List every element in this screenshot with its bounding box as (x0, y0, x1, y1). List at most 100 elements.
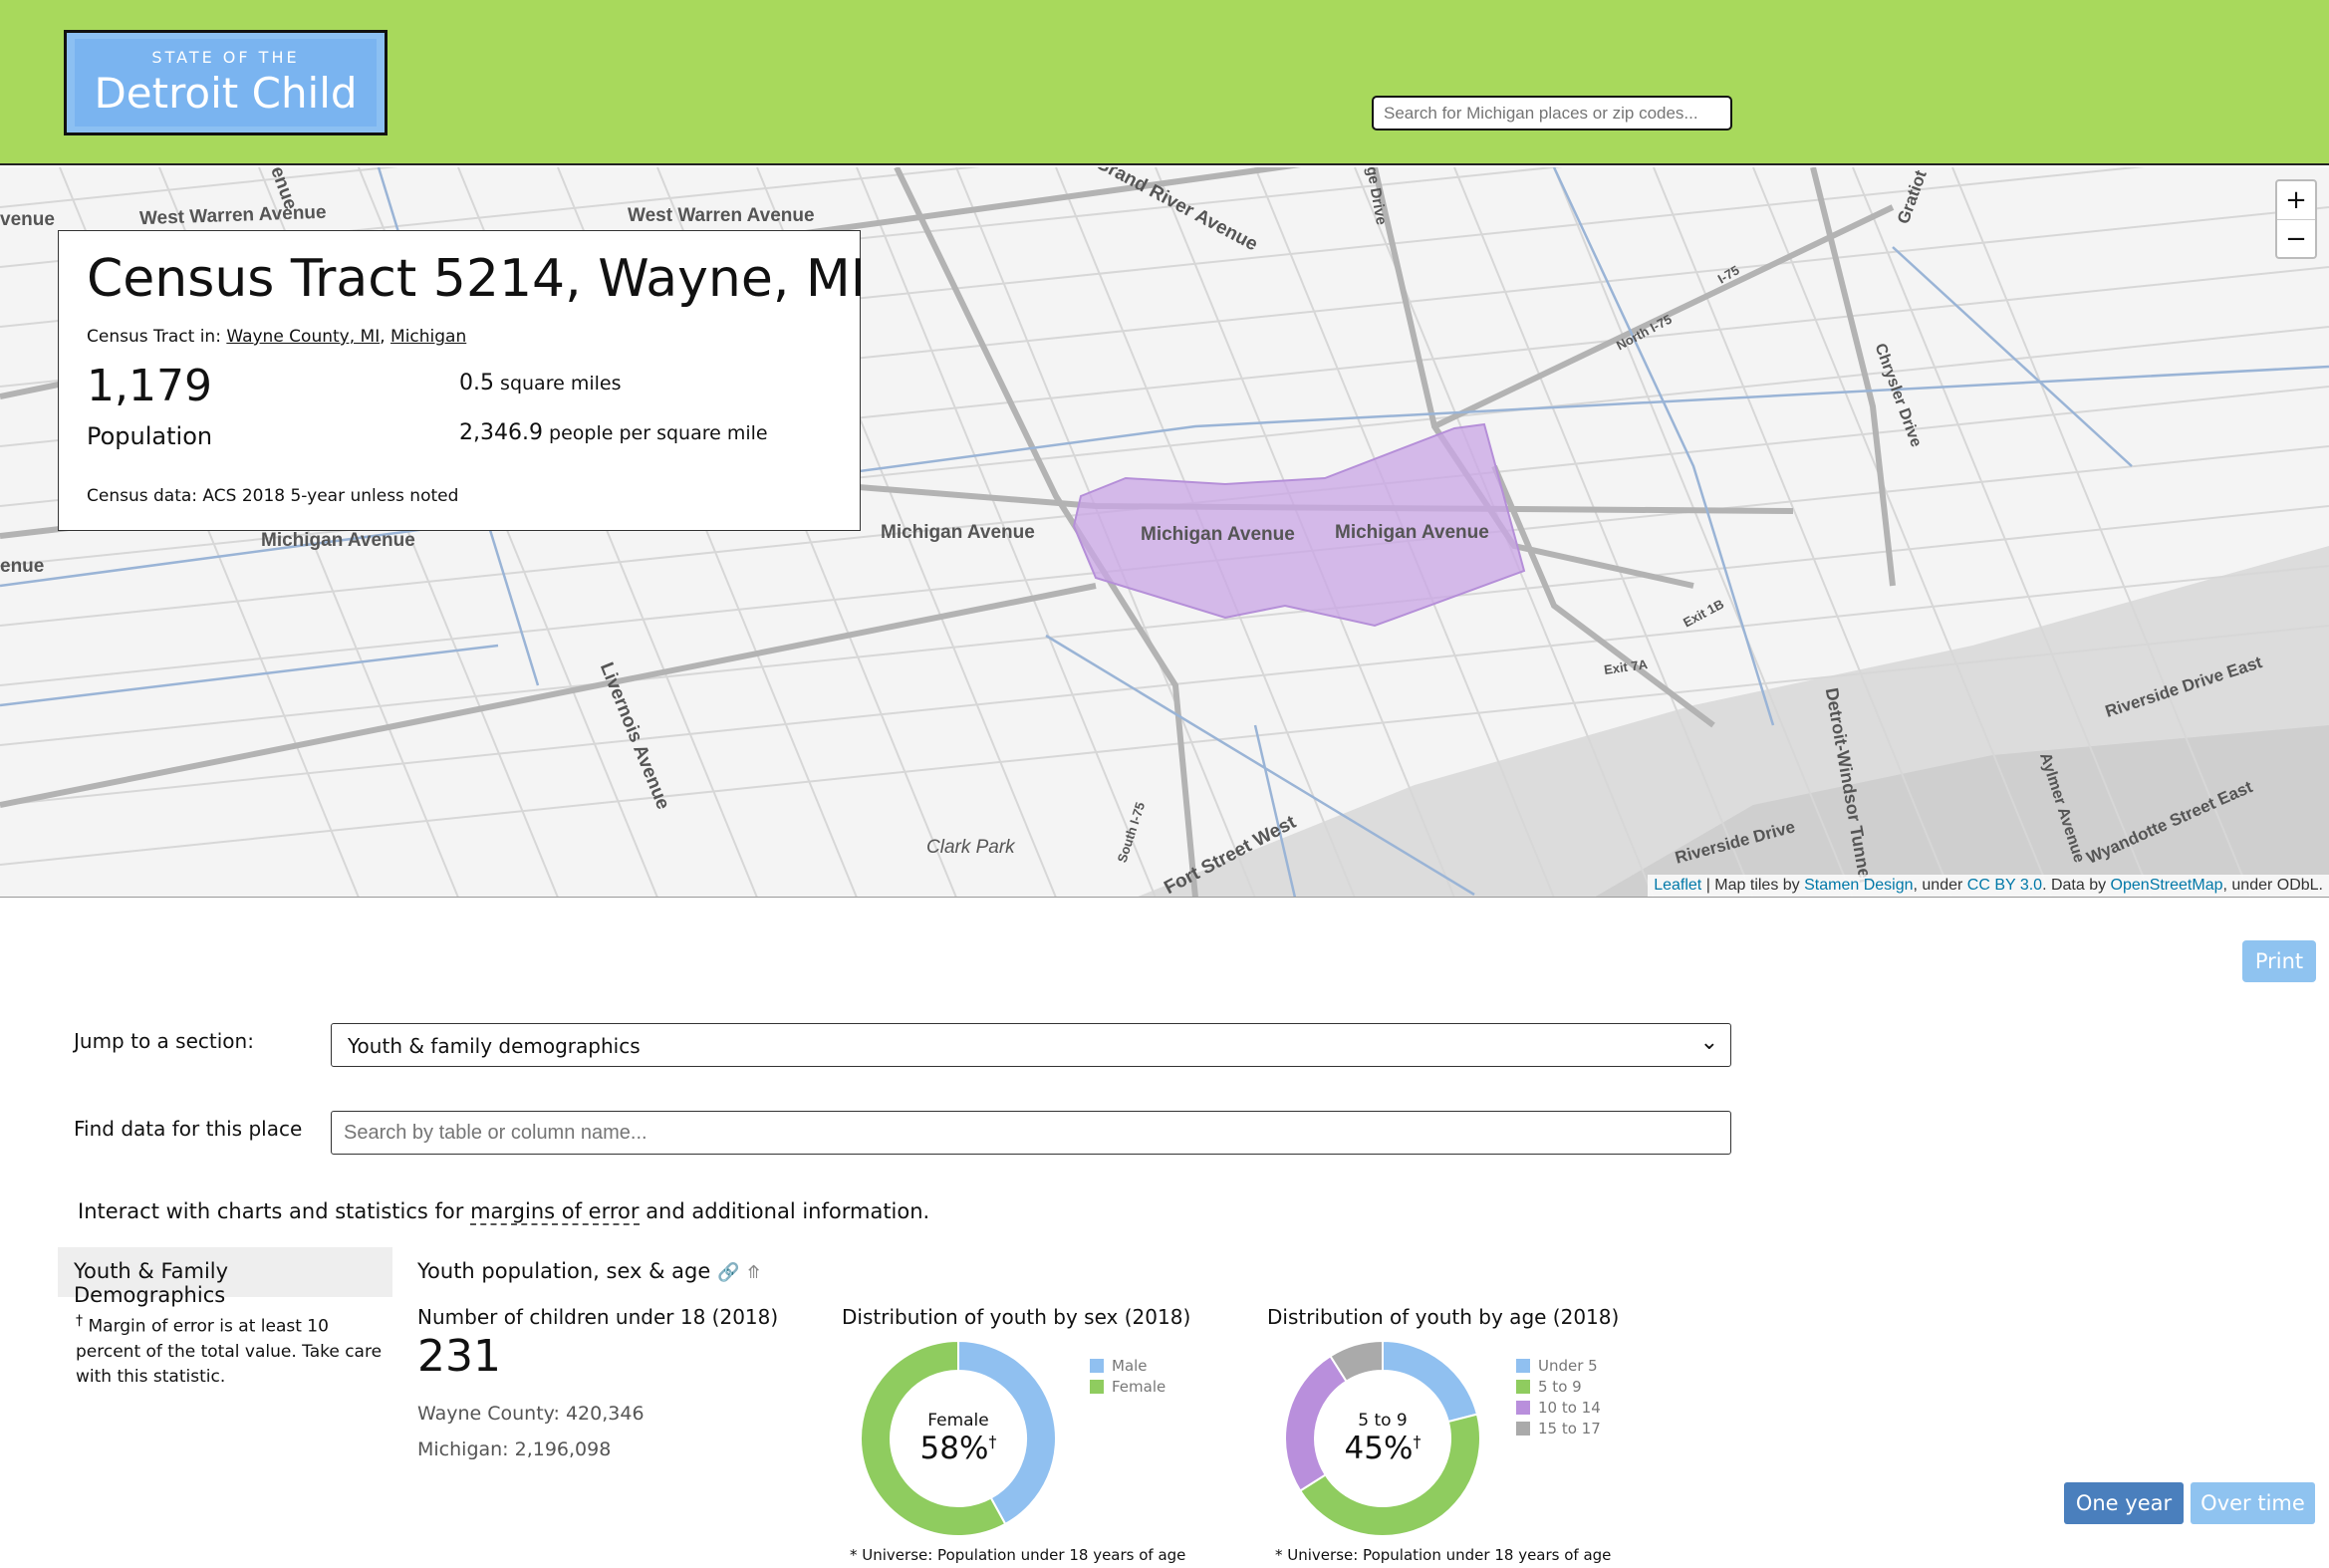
area-label: square miles (500, 373, 622, 394)
sex-chart-title: Distribution of youth by sex (2018) (842, 1305, 1191, 1329)
age-legend-item: Under 5 (1516, 1355, 1601, 1376)
link-icon[interactable]: 🔗 (717, 1262, 739, 1283)
parents-prefix: Census Tract in: (87, 327, 227, 347)
age-chart-title: Distribution of youth by age (2018) (1267, 1305, 1620, 1329)
one-year-button[interactable]: One year (2064, 1482, 2184, 1524)
map-label-venue-1: venue (0, 209, 55, 230)
over-time-button[interactable]: Over time (2191, 1482, 2315, 1524)
interact-hint: Interact with charts and statistics for … (78, 1199, 930, 1225)
age-legend: Under 5 5 to 9 10 to 14 15 to 17 (1516, 1355, 1601, 1438)
table-search-input[interactable] (331, 1111, 1731, 1155)
map-label-michigan-3: Michigan Avenue (1141, 524, 1295, 545)
age-legend-item: 5 to 9 (1516, 1376, 1601, 1397)
attribution-text-3: . Data by (2042, 877, 2111, 894)
children-value: 231 (417, 1331, 501, 1382)
logo-big-text: Detroit Child (94, 69, 358, 118)
zoom-out-button[interactable]: − (2277, 219, 2315, 257)
map-label-clark-park: Clark Park (926, 837, 1015, 858)
zoom-control: + − (2275, 179, 2317, 259)
age-legend-item: 10 to 14 (1516, 1397, 1601, 1418)
children-state: Michigan: 2,196,098 (417, 1438, 612, 1460)
area-value: 0.5 (459, 371, 494, 395)
interact-prefix: Interact with charts and statistics for (78, 1199, 471, 1223)
site-header: STATE OF THE Detroit Child (0, 0, 2329, 165)
site-logo[interactable]: STATE OF THE Detroit Child (64, 30, 388, 135)
subsection-title: Youth population, sex & age 🔗 ⤊ (417, 1259, 761, 1283)
age-legend-label: 10 to 14 (1538, 1398, 1601, 1417)
map-label-michigan-2: Michigan Avenue (881, 522, 1035, 543)
map-label-michigan-1: Michigan Avenue (261, 530, 415, 551)
sex-legend-label: Male (1112, 1356, 1148, 1375)
age-legend-swatch (1516, 1379, 1530, 1394)
moe-link[interactable]: margins of error (470, 1199, 640, 1225)
attribution-text-1: | Map tiles by (1701, 877, 1805, 894)
area-stat: 0.5 square miles (459, 371, 621, 395)
arrow-up-circle-icon[interactable]: ⤊ (746, 1262, 761, 1283)
parent-county-link[interactable]: Wayne County, MI (226, 327, 380, 347)
interact-suffix: and additional information. (639, 1199, 930, 1223)
place-title: Census Tract 5214, Wayne, MI (87, 249, 867, 309)
age-center-value-wrap: 45%† (1313, 1431, 1452, 1466)
age-legend-item: 15 to 17 (1516, 1418, 1601, 1438)
print-button[interactable]: Print (2242, 940, 2316, 982)
map-label-venue-2: enue (0, 556, 45, 577)
children-county: Wayne County: 420,346 (417, 1403, 645, 1425)
sex-legend: Male Female (1090, 1355, 1165, 1397)
age-legend-label: Under 5 (1538, 1356, 1598, 1375)
parent-separator: , (380, 327, 391, 347)
moe-note-text: Margin of error is at least 10 percent o… (76, 1316, 383, 1387)
age-legend-swatch (1516, 1358, 1530, 1373)
logo-inner: STATE OF THE Detroit Child (75, 39, 377, 127)
map-label-w-warren-2: West Warren Avenue (628, 205, 815, 226)
dagger-mark: † (76, 1313, 84, 1329)
place-search-input[interactable] (1372, 96, 1732, 131)
stamen-link[interactable]: Stamen Design (1804, 877, 1913, 894)
section-select[interactable]: Youth & family demographics ⌄ (331, 1023, 1731, 1067)
place-info-card: Census Tract 5214, Wayne, MI Census Trac… (58, 230, 866, 531)
age-center-label: 5 to 9 (1358, 1411, 1408, 1431)
sex-donut-center: Female 58%† (889, 1411, 1028, 1466)
age-dagger: † (1413, 1432, 1422, 1451)
sex-center-value: 58% (919, 1431, 989, 1466)
jump-label: Jump to a section: (74, 1029, 254, 1053)
find-label: Find data for this place (74, 1117, 303, 1141)
sex-legend-swatch (1090, 1379, 1104, 1394)
parent-state-link[interactable]: Michigan (390, 327, 466, 347)
sex-legend-item: Female (1090, 1376, 1165, 1397)
population-value: 1,179 (87, 361, 212, 411)
age-universe: * Universe: Population under 18 years of… (1275, 1546, 1612, 1564)
census-note: Census data: ACS 2018 5-year unless note… (87, 486, 459, 506)
sex-legend-swatch (1090, 1358, 1104, 1373)
logo-small-text: STATE OF THE (151, 48, 300, 67)
osm-link[interactable]: OpenStreetMap (2111, 877, 2223, 894)
sex-center-label: Female (927, 1411, 989, 1431)
age-legend-swatch (1516, 1400, 1530, 1415)
density-value: 2,346.9 (459, 420, 543, 445)
children-title: Number of children under 18 (2018) (417, 1305, 779, 1329)
cc-link[interactable]: CC BY 3.0 (1967, 877, 2042, 894)
sex-universe: * Universe: Population under 18 years of… (850, 1546, 1186, 1564)
age-donut-center: 5 to 9 45%† (1313, 1411, 1452, 1466)
sex-legend-item: Male (1090, 1355, 1165, 1376)
zoom-in-button[interactable]: + (2277, 181, 2315, 219)
age-legend-label: 15 to 17 (1538, 1419, 1601, 1437)
age-center-value: 45% (1344, 1431, 1414, 1466)
section-select-value: Youth & family demographics (348, 1034, 641, 1058)
population-label: Population (87, 422, 213, 450)
subsection-title-text: Youth population, sex & age (417, 1259, 711, 1283)
map-label-michigan-4: Michigan Avenue (1335, 522, 1489, 543)
moe-note: † Margin of error is at least 10 percent… (76, 1309, 394, 1390)
attribution-text-2: , under (1913, 877, 1967, 894)
density-stat: 2,346.9 people per square mile (459, 420, 768, 445)
density-label: people per square mile (549, 422, 768, 444)
sex-dagger: † (988, 1432, 997, 1451)
section-tab-youth-family[interactable]: Youth & Family Demographics (58, 1247, 392, 1307)
attribution-text-4: , under ODbL. (2222, 877, 2324, 894)
age-slice-under-5[interactable] (1382, 1339, 1479, 1424)
age-legend-label: 5 to 9 (1538, 1377, 1582, 1396)
sex-center-value-wrap: 58%† (889, 1431, 1028, 1466)
leaflet-link[interactable]: Leaflet (1654, 877, 1701, 894)
parent-places: Census Tract in: Wayne County, MI, Michi… (87, 327, 466, 347)
chevron-down-icon: ⌄ (1699, 1030, 1718, 1055)
sex-legend-label: Female (1112, 1377, 1166, 1396)
